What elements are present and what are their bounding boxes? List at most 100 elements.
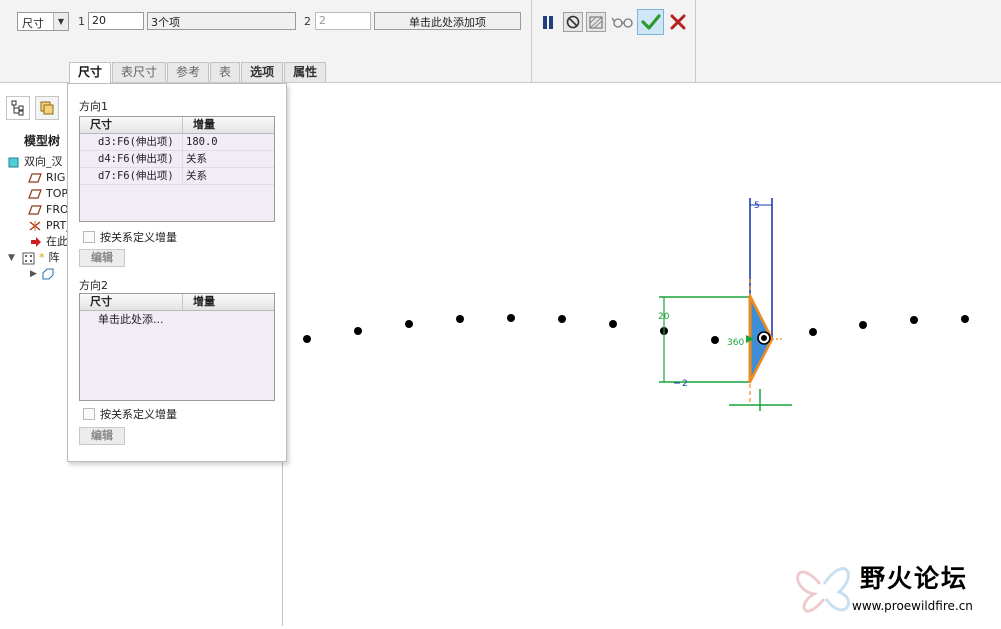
checkbox-label: 按关系定义增量 (100, 408, 177, 421)
pattern-point[interactable] (405, 320, 413, 328)
table-row[interactable]: d7:F6(伸出项) 关系 (80, 168, 274, 185)
dimension-cell: d7:F6(伸出项) (80, 168, 183, 184)
dim-height-label[interactable]: 20 (658, 312, 670, 322)
csys-icon (29, 221, 41, 231)
pattern-point[interactable] (859, 321, 867, 329)
tree-item-label: 阵 (48, 251, 60, 264)
tab-references[interactable]: 参考 (167, 62, 210, 82)
geometry-preview-button[interactable] (586, 12, 606, 32)
panel-tabs: 尺寸 表尺寸 参考 表 选项 属性 (69, 62, 327, 83)
tree-item-label: RIG (46, 171, 66, 184)
tab-properties[interactable]: 属性 (284, 62, 327, 82)
checkbox-box[interactable] (83, 231, 95, 243)
pattern-point[interactable] (910, 316, 918, 324)
toolbar-divider (531, 0, 532, 83)
pause-icon (543, 16, 553, 29)
model-viewport[interactable]: 5 20 2 360 野火论坛 www.proewildfire.cn (284, 84, 1001, 626)
column-header-dimension: 尺寸 (80, 294, 183, 310)
graphics-window[interactable]: 5 20 2 360 野火论坛 www.proewildfire.cn (284, 84, 1001, 626)
pattern-type-select[interactable]: 尺寸 ▼ (17, 12, 69, 31)
collapse-arrow-icon[interactable]: ▼ (8, 250, 18, 266)
pattern-point[interactable] (609, 320, 617, 328)
leader-feature[interactable]: 5 20 2 360 (658, 198, 792, 411)
direction1-table[interactable]: 尺寸 增量 d3:F6(伸出项) 180.0 d4:F6(伸出项) 关系 d7:… (79, 116, 275, 222)
tab-options[interactable]: 选项 (241, 62, 284, 82)
tree-item-datum-right[interactable]: RIG (8, 170, 72, 186)
dim-top-label[interactable]: 5 (754, 201, 760, 211)
pattern-point[interactable] (303, 335, 311, 343)
dim-angle-label[interactable]: 360 (727, 338, 744, 348)
increment-cell[interactable]: 关系 (183, 168, 274, 184)
column-header-increment: 增量 (193, 295, 215, 308)
direction2-table[interactable]: 尺寸 增量 单击此处添... (79, 293, 275, 401)
pattern-point[interactable] (354, 327, 362, 335)
direction2-edit-button[interactable]: 编辑 (79, 427, 125, 445)
model-tree-tab[interactable] (6, 96, 30, 120)
direction2-title: 方向2 (79, 279, 108, 292)
pattern-point[interactable] (456, 315, 464, 323)
tab-dimensions[interactable]: 尺寸 (69, 62, 112, 83)
watermark-name: 野火论坛 (860, 564, 968, 593)
direction2-relation-checkbox[interactable]: 按关系定义增量 (83, 406, 177, 422)
ok-button[interactable] (637, 9, 664, 35)
table-row[interactable]: d4:F6(伸出项) 关系 (80, 151, 274, 168)
dimensions-panel: 方向1 尺寸 增量 d3:F6(伸出项) 180.0 d4:F6(伸出项) 关系… (67, 83, 287, 462)
direction2-count-input[interactable]: 2 (315, 12, 371, 30)
pattern-point[interactable] (558, 315, 566, 323)
tree-item-csys[interactable]: PRT_ (8, 218, 72, 234)
pattern-point[interactable] (809, 328, 817, 336)
datum-plane-icon (28, 189, 42, 199)
verify-mode-button[interactable] (611, 12, 635, 32)
butterfly-logo-icon (796, 567, 850, 613)
model-tree-title: 模型树 (24, 134, 61, 148)
tree-item-datum-top[interactable]: TOP (8, 186, 72, 202)
forum-watermark: 野火论坛 www.proewildfire.cn (796, 564, 973, 613)
pattern-type-value: 尺寸 (22, 17, 44, 30)
checkbox-box[interactable] (83, 408, 95, 420)
pause-button[interactable] (538, 12, 558, 32)
direction1-edit-button[interactable]: 编辑 (79, 249, 125, 267)
tab-table[interactable]: 表 (210, 62, 241, 82)
expand-arrow-icon[interactable]: ▶ (30, 266, 37, 282)
model-tree: 双向_汊 RIG TOP FRO PRT_ 在此 ▼ * 阵 ▶ (8, 154, 72, 282)
direction1-number: 1 (78, 15, 85, 28)
add-dimension-hint[interactable]: 单击此处添... (80, 311, 274, 328)
table-row[interactable]: d3:F6(伸出项) 180.0 (80, 134, 274, 151)
no-preview-icon (566, 15, 580, 29)
tree-item-pattern[interactable]: ▼ * 阵 (8, 250, 72, 266)
tree-item-insert-here[interactable]: 在此 (8, 234, 72, 250)
dim-bottom-label[interactable]: 2 (682, 379, 688, 389)
direction2-number: 2 (304, 15, 311, 28)
pattern-point[interactable] (711, 336, 719, 344)
tree-item-label: FRO (46, 203, 69, 216)
datum-plane-icon (28, 205, 42, 215)
direction1-count-input[interactable]: 20 (88, 12, 144, 30)
dimension-cell: d3:F6(伸出项) (80, 134, 183, 150)
part-icon (8, 157, 19, 168)
increment-cell[interactable]: 180.0 (183, 134, 274, 150)
tree-item-label: 双向_汊 (24, 155, 63, 168)
insert-arrow-icon (31, 237, 41, 247)
direction1-items-field[interactable]: 3个项 (147, 12, 296, 30)
tree-item-pattern-member[interactable]: ▶ (8, 266, 72, 282)
tree-item-label: 在此 (46, 235, 68, 248)
model-tree-icon (11, 100, 24, 116)
pattern-point[interactable] (961, 315, 969, 323)
tab-table-dimensions[interactable]: 表尺寸 (112, 62, 167, 82)
cancel-x-icon (670, 14, 686, 30)
table-header: 尺寸 增量 (80, 117, 274, 134)
layers-tab[interactable] (35, 96, 59, 120)
direction1-title: 方向1 (79, 100, 108, 113)
tree-item-part[interactable]: 双向_汊 (8, 154, 72, 170)
pattern-points (303, 314, 969, 344)
pattern-point[interactable] (507, 314, 515, 322)
direction2-add-items-field[interactable]: 单击此处添加项 (374, 12, 521, 30)
tree-item-datum-front[interactable]: FRO (8, 202, 72, 218)
geometry-preview-icon (589, 16, 603, 29)
no-preview-button[interactable] (563, 12, 583, 32)
cancel-button[interactable] (668, 12, 688, 32)
checkmark-icon (640, 14, 661, 30)
increment-cell[interactable]: 关系 (183, 151, 274, 167)
chevron-down-icon[interactable]: ▼ (53, 13, 68, 30)
direction1-relation-checkbox[interactable]: 按关系定义增量 (83, 229, 177, 245)
